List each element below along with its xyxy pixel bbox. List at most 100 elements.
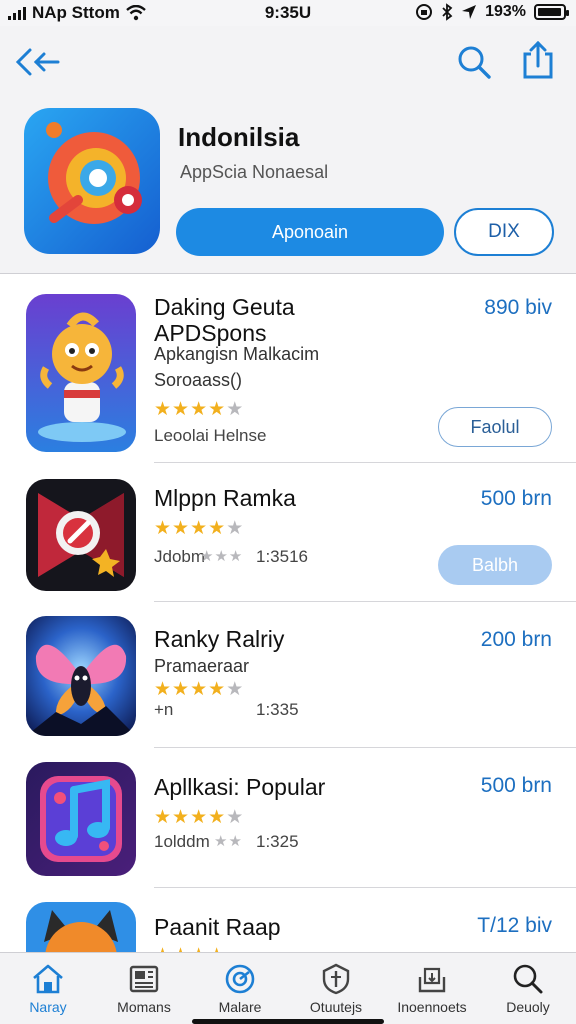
home-icon — [33, 964, 63, 994]
tab-bar: Naray Momans Malare Otuutejs Inoennoets … — [0, 952, 576, 1024]
battery-icon — [534, 4, 569, 20]
star-icon: ★ — [190, 518, 208, 539]
star-icon: ★ — [154, 399, 172, 420]
music-app-icon[interactable] — [26, 762, 136, 876]
mascot-app-icon[interactable] — [26, 294, 136, 452]
tab-label: Naray — [29, 999, 67, 1015]
featured-primary-button[interactable]: Aponoain — [176, 208, 444, 256]
review-text: Jdobm — [154, 547, 206, 566]
rating-stars: ★ ★ ★ ★ ★ — [154, 519, 243, 539]
star-icon: ★ — [190, 679, 208, 700]
featured-secondary-button[interactable]: DIX — [454, 208, 554, 256]
star-icon: ★ — [208, 399, 226, 420]
tab-search[interactable]: Deuoly — [480, 953, 576, 1024]
app-list-item[interactable]: Mlppn Ramka ★ ★ ★ ★ ★ Jdobm ★ ★ ★ 1:3516 500 b… — [0, 463, 576, 602]
star-icon: ★ — [226, 679, 244, 700]
back-arrow-icon — [15, 48, 60, 76]
star-icon: ★ — [154, 679, 172, 700]
featured-app-title: Indonilsia — [178, 122, 300, 152]
tab-security[interactable]: Otuutejs — [288, 953, 384, 1024]
star-icon: ★ — [226, 807, 244, 828]
fox-app-icon[interactable] — [26, 902, 136, 952]
star-icon: ★ — [208, 679, 226, 700]
compass-icon — [225, 964, 255, 994]
featured-app-subtitle: AppScia Nonaesal — [180, 162, 329, 182]
app-list-item[interactable]: Daking Geuta APDSpons Apkangisn Malkacim… — [0, 274, 576, 463]
status-icons: 193% — [415, 3, 569, 21]
star-icon: ★ — [154, 807, 172, 828]
app-price: 890 biv — [484, 296, 552, 319]
star-icon: ★ — [190, 807, 208, 828]
star-icon: ★ — [214, 548, 228, 565]
app-name: Daking Geuta APDSpons — [154, 294, 295, 346]
rating-stars: ★ ★ ★ ★ ★ — [154, 808, 243, 828]
search-icon — [458, 46, 491, 79]
location-icon — [462, 5, 477, 19]
star-icon: ★ — [208, 518, 226, 539]
orientation-lock-icon — [416, 4, 433, 20]
download-icon — [418, 967, 446, 993]
shield-icon — [322, 963, 350, 995]
app-price: 500 brn — [480, 774, 552, 797]
bluetooth-icon — [442, 3, 453, 21]
tab-label: Inoennoets — [397, 999, 467, 1015]
rating-stars: ★ ★ ★ ★ ★ — [154, 680, 243, 700]
app-name: Paanit Raap — [154, 914, 281, 940]
app-meta: 1:335 — [256, 700, 299, 719]
secondary-rating-stars: ★ ★ — [214, 832, 242, 852]
star-icon: ★ — [172, 518, 190, 539]
app-list-item[interactable]: Paanit Raap ★★★★ T/12 biv — [0, 888, 576, 952]
home-indicator — [192, 1019, 384, 1024]
star-icon: ★ — [172, 807, 190, 828]
featured-app-icon[interactable] — [24, 108, 160, 254]
news-icon — [129, 965, 159, 993]
tab-label: Malare — [218, 999, 262, 1015]
battery-fill — [538, 8, 561, 16]
review-text: Leoolai Helnse — [154, 426, 267, 445]
app-price: 500 brn — [480, 487, 552, 510]
review-text: +n — [154, 700, 174, 719]
tab-explore[interactable]: Malare — [192, 953, 288, 1024]
app-price: 200 brn — [480, 628, 552, 651]
app-extra: Soroaass() — [154, 370, 243, 390]
app-name: Ranky Ralriy — [154, 626, 285, 652]
back-button[interactable] — [14, 44, 60, 85]
star-icon: ★ — [172, 399, 190, 420]
app-name: Mlppn Ramka — [154, 485, 296, 511]
app-name: Apllkasi: Popular — [154, 774, 326, 800]
secondary-rating-stars: ★ ★ ★ — [200, 547, 242, 567]
search-icon — [513, 964, 543, 994]
tab-label: Otuutejs — [309, 999, 363, 1015]
star-icon: ★ — [200, 548, 214, 565]
status-bar: NAp Sttom 9:35U 193% — [0, 0, 576, 26]
tab-label: Momans — [117, 999, 171, 1015]
share-button[interactable] — [520, 40, 556, 85]
share-icon — [523, 40, 553, 79]
tab-news[interactable]: Momans — [96, 953, 192, 1024]
app-price: T/12 biv — [477, 914, 552, 937]
star-icon: ★ — [172, 679, 190, 700]
pick-app-icon[interactable] — [26, 479, 136, 591]
star-icon: ★ — [208, 807, 226, 828]
get-button[interactable]: Balbh — [438, 545, 552, 585]
tab-updates[interactable]: Inoennoets — [384, 953, 480, 1024]
tab-label: Deuoly — [506, 999, 550, 1015]
star-icon: ★ — [226, 518, 244, 539]
app-list-item[interactable]: Ranky Ralriy Pramaeraar ★ ★ ★ ★ ★ +n 1:335 2… — [0, 602, 576, 748]
search-button[interactable] — [456, 44, 492, 85]
battery-percent: 193% — [485, 3, 526, 20]
star-icon: ★ — [190, 399, 208, 420]
get-button[interactable]: Faolul — [438, 407, 552, 447]
rating-stars: ★ ★ ★ ★ ★ — [154, 400, 243, 420]
star-icon: ★ — [226, 399, 244, 420]
butterfly-app-icon[interactable] — [26, 616, 136, 736]
app-header: Indonilsia AppScia Nonaesal Aponoain DIX — [0, 26, 576, 274]
star-icon: ★ — [214, 833, 228, 850]
app-meta: 1:325 — [256, 832, 299, 851]
star-icon: ★ — [228, 548, 243, 565]
app-meta: 1:3516 — [256, 547, 308, 566]
star-icon: ★ — [154, 518, 172, 539]
app-list-item[interactable]: Apllkasi: Popular ★ ★ ★ ★ ★ 1olddm ★ ★ 1:325 … — [0, 748, 576, 888]
tab-today[interactable]: Naray — [0, 953, 96, 1024]
app-description: Pramaeraar — [154, 656, 250, 676]
